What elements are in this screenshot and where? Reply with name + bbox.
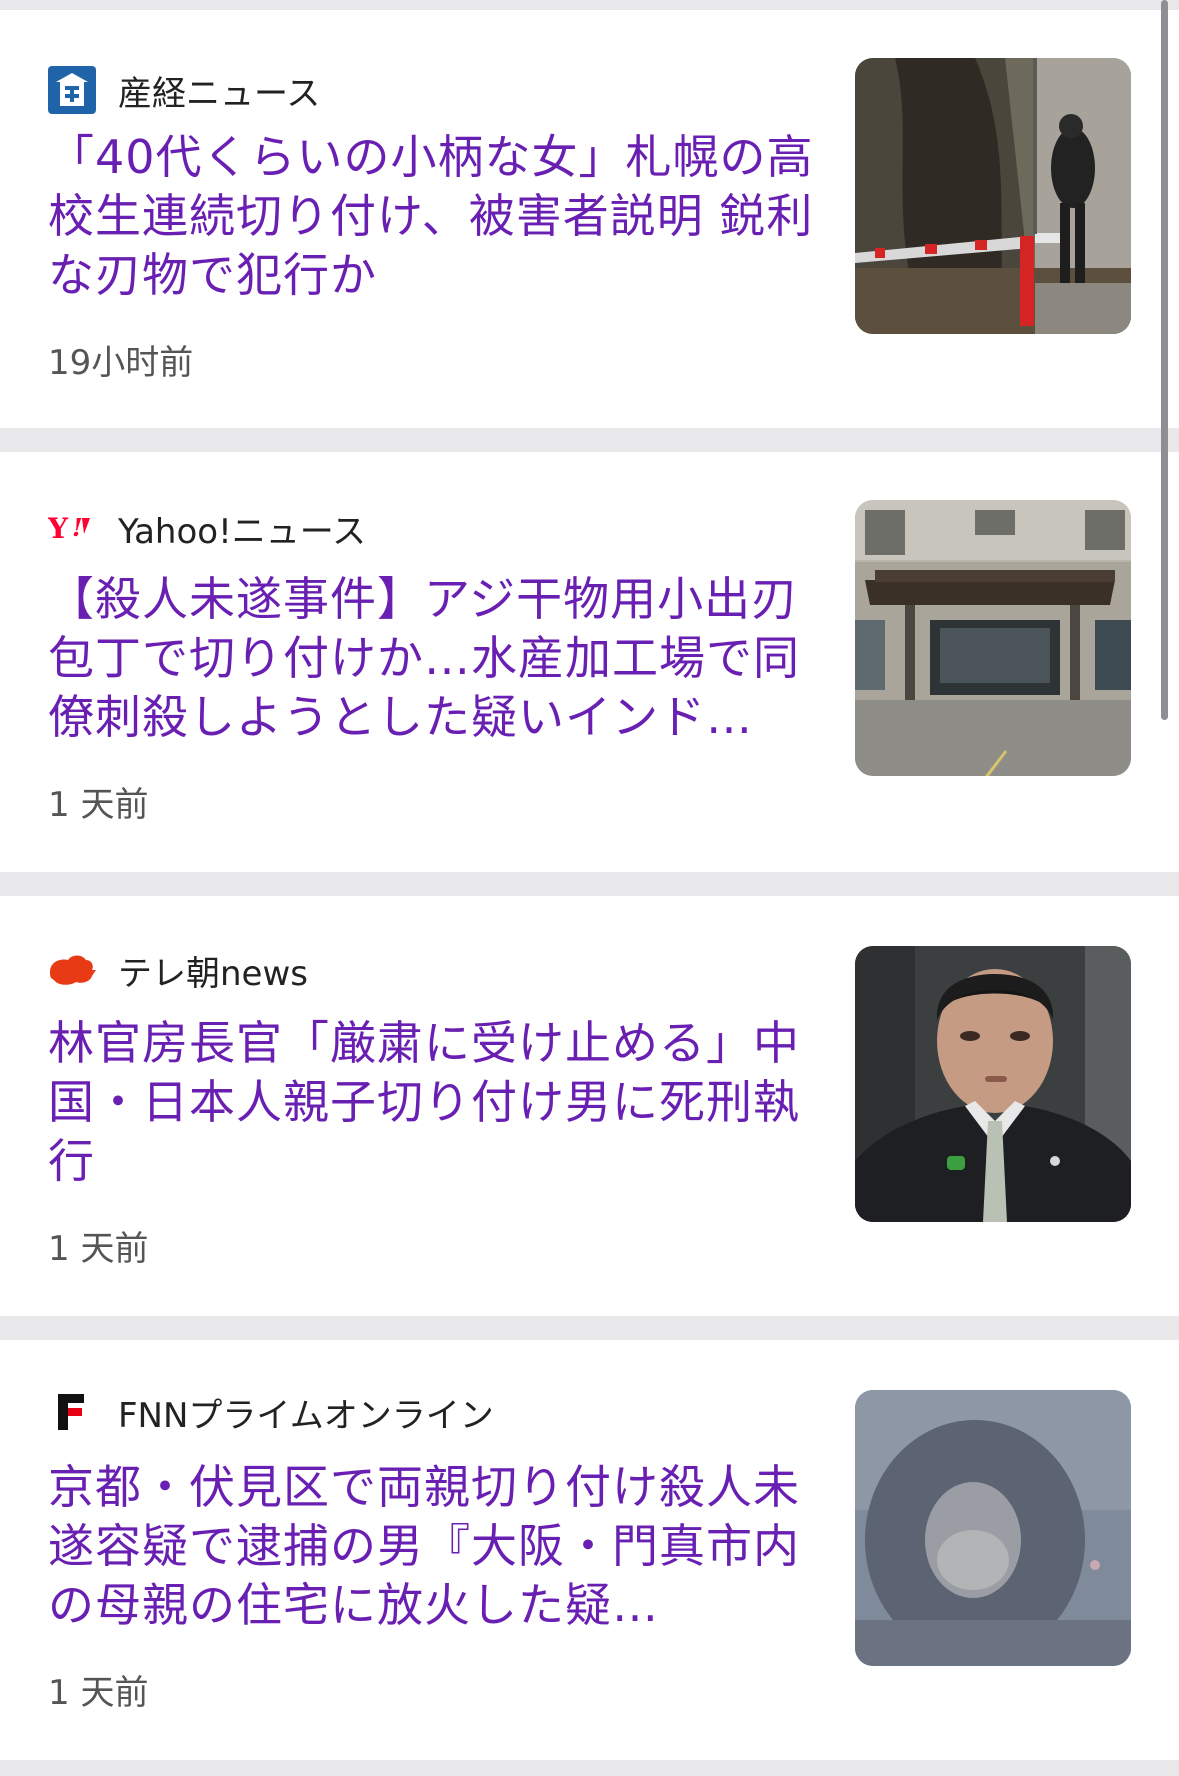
street-scene-thumbnail[interactable] bbox=[855, 58, 1131, 334]
tvasahi-logo-icon bbox=[48, 946, 96, 994]
source-row: テレ朝news bbox=[48, 940, 308, 1000]
source-row: 産経ニュース bbox=[48, 60, 320, 120]
blurred-person-thumbnail[interactable] bbox=[855, 1390, 1131, 1666]
headline-link[interactable]: 林官房長官「厳粛に受け止める」中国・日本人親子切り付け男に死刑執行 bbox=[48, 1014, 818, 1191]
fnn-logo-icon bbox=[48, 1388, 96, 1436]
scrollbar[interactable] bbox=[1161, 0, 1168, 720]
news-card[interactable]: FNNプライムオンライン 京都・伏見区で両親切り付け殺人未遂容疑で逮捕の男『大阪… bbox=[0, 1340, 1179, 1760]
source-name: テレ朝news bbox=[118, 953, 308, 994]
building-entrance-thumbnail[interactable] bbox=[855, 500, 1131, 776]
headline-link[interactable]: 京都・伏見区で両親切り付け殺人未遂容疑で逮捕の男『大阪・門真市内の母親の住宅に放… bbox=[48, 1458, 818, 1635]
timestamp: 1 天前 bbox=[48, 1673, 149, 1713]
source-row: Y ! Yahoo!ニュース bbox=[48, 498, 366, 558]
news-card[interactable]: テレ朝news 林官房長官「厳粛に受け止める」中国・日本人親子切り付け男に死刑執… bbox=[0, 896, 1179, 1316]
official-portrait-thumbnail[interactable] bbox=[855, 946, 1131, 1222]
source-row: FNNプライムオンライン bbox=[48, 1382, 494, 1442]
sankei-logo-icon bbox=[48, 66, 96, 114]
news-card[interactable]: Y ! Yahoo!ニュース 【殺人未遂事件】アジ干物用小出刃包丁で切り付けか…… bbox=[0, 452, 1179, 872]
news-feed: 産経ニュース 「40代くらいの小柄な女」札幌の高校生連続切り付け、被害者説明 鋭… bbox=[0, 0, 1179, 1776]
source-name: FNNプライムオンライン bbox=[118, 1395, 494, 1436]
timestamp: 1 天前 bbox=[48, 1229, 149, 1269]
svg-text:Y: Y bbox=[48, 512, 69, 545]
timestamp: 1 天前 bbox=[48, 785, 149, 825]
svg-text:!: ! bbox=[72, 513, 83, 542]
source-name: 産経ニュース bbox=[118, 73, 321, 114]
news-card[interactable]: 産経ニュース 「40代くらいの小柄な女」札幌の高校生連続切り付け、被害者説明 鋭… bbox=[0, 10, 1179, 428]
yahoo-logo-icon: Y ! bbox=[48, 504, 96, 552]
headline-link[interactable]: 【殺人未遂事件】アジ干物用小出刃包丁で切り付けか…水産加工場で同僚刺殺しようとし… bbox=[48, 570, 818, 747]
source-name: Yahoo!ニュース bbox=[118, 511, 367, 552]
timestamp: 19小时前 bbox=[48, 343, 194, 383]
headline-link[interactable]: 「40代くらいの小柄な女」札幌の高校生連続切り付け、被害者説明 鋭利な刃物で犯行… bbox=[48, 128, 818, 305]
